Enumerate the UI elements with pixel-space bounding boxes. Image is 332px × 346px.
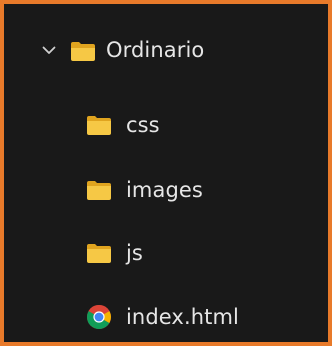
tree-label-images: images xyxy=(126,178,203,202)
screenshot-frame: Ordinario css images js index.html xyxy=(0,0,332,346)
tree-label-css: css xyxy=(126,113,160,137)
tree-row-ordinario[interactable]: Ordinario xyxy=(18,25,324,75)
tree-row-js[interactable]: js xyxy=(18,225,324,281)
folder-icon xyxy=(87,116,111,135)
tree-label-index-html: index.html xyxy=(126,305,239,329)
tree-row-images[interactable]: images xyxy=(18,162,324,218)
tree-label-js: js xyxy=(126,241,143,265)
chrome-icon xyxy=(86,305,112,330)
chevron-down-icon[interactable] xyxy=(41,42,57,58)
tree-row-index-html[interactable]: index.html xyxy=(18,289,324,345)
file-explorer-panel: Ordinario css images js index.html xyxy=(18,17,324,337)
folder-open-icon xyxy=(71,42,95,61)
folder-icon xyxy=(87,181,111,200)
tree-row-css[interactable]: css xyxy=(18,97,324,153)
folder-icon xyxy=(87,244,111,263)
tree-label-root: Ordinario xyxy=(106,38,205,62)
